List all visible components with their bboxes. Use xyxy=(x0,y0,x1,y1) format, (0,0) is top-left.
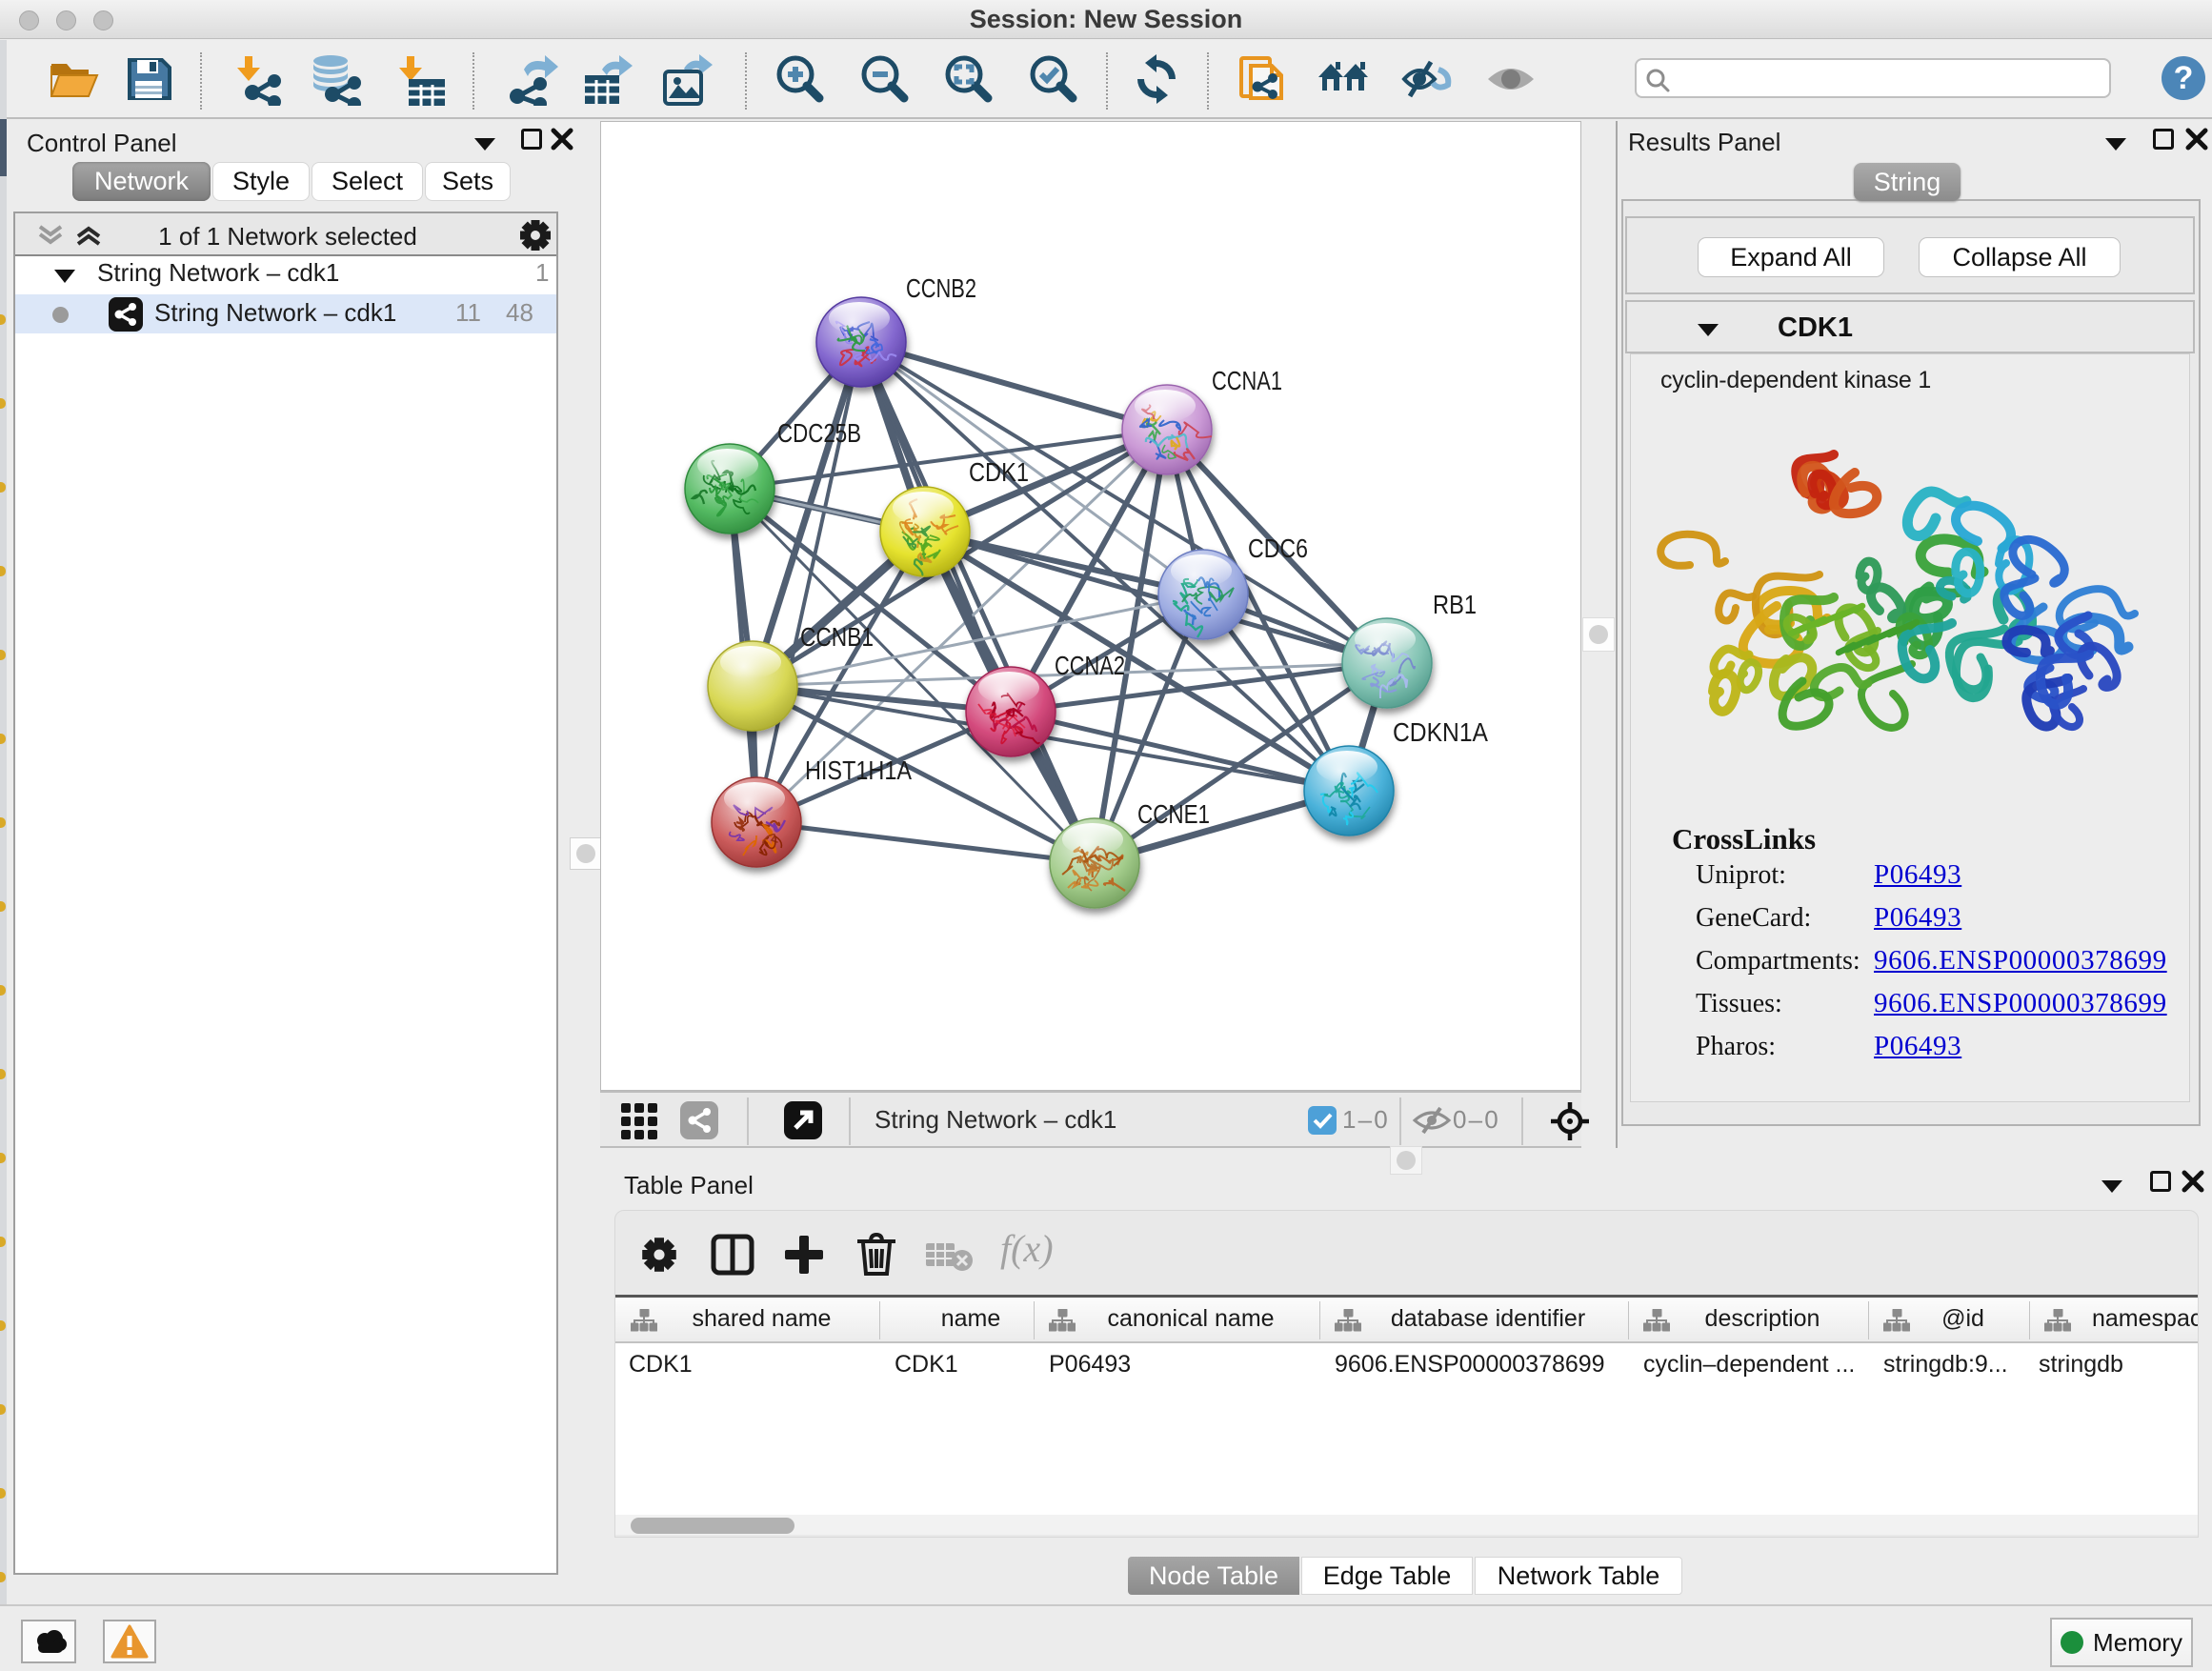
svg-text:CCNA2: CCNA2 xyxy=(1055,651,1125,680)
svg-text:CDC25B: CDC25B xyxy=(777,418,861,448)
svg-text:HIST1H1A: HIST1H1A xyxy=(805,755,912,785)
svg-text:RB1: RB1 xyxy=(1433,590,1477,619)
svg-text:CDK1: CDK1 xyxy=(969,457,1029,487)
svg-text:CCNB2: CCNB2 xyxy=(906,273,976,303)
svg-text:CCNE1: CCNE1 xyxy=(1137,799,1210,829)
svg-text:CCNB1: CCNB1 xyxy=(800,622,874,652)
svg-text:CDKN1A: CDKN1A xyxy=(1393,717,1488,747)
svg-text:CDC6: CDC6 xyxy=(1248,534,1308,563)
svg-text:CCNA1: CCNA1 xyxy=(1212,366,1282,395)
